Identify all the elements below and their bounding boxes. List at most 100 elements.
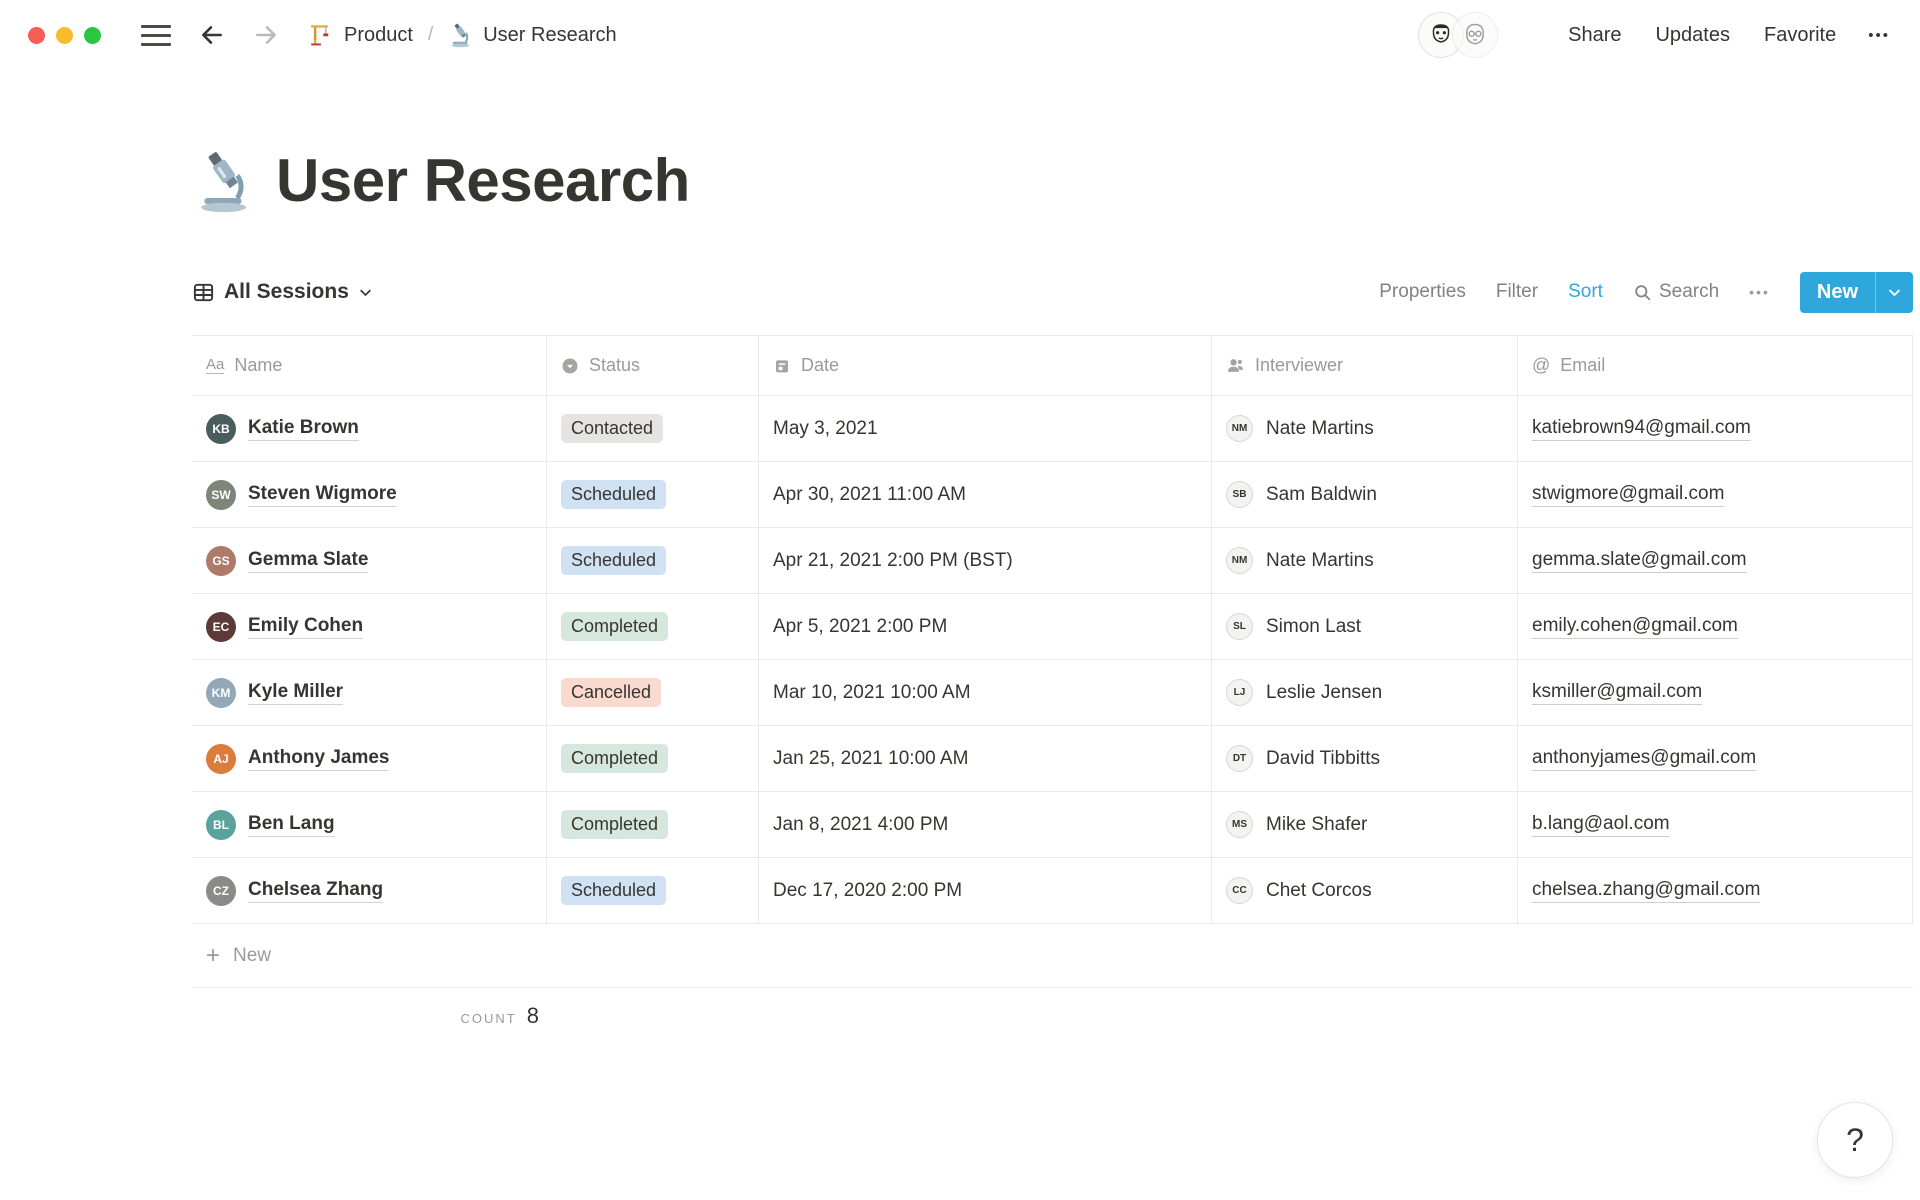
interviewer-avatar: CC [1226,877,1253,904]
date-cell[interactable]: Apr 30, 2021 11:00 AM [759,462,1212,527]
interviewer-cell[interactable]: LJ Leslie Jensen [1212,660,1518,725]
sort-button[interactable]: Sort [1568,281,1603,303]
email-cell[interactable]: b.lang@aol.com [1518,792,1913,857]
avatar: KB [206,413,236,444]
interviewer-avatar: NM [1226,547,1253,574]
name-cell[interactable]: KM Kyle Miller [192,660,547,725]
interviewer-avatar: DT [1226,745,1253,772]
share-button[interactable]: Share [1568,24,1621,47]
email-link[interactable]: stwigmore@gmail.com [1532,483,1725,507]
close-button[interactable] [28,26,45,44]
name-cell[interactable]: KB Katie Brown [192,396,547,461]
interviewer-cell[interactable]: SB Sam Baldwin [1212,462,1518,527]
menu-icon[interactable] [141,24,171,46]
breadcrumb-parent-label: Product [344,23,413,46]
person-name-link[interactable]: Ben Lang [248,813,335,837]
more-options-icon[interactable]: ••• [1868,27,1890,44]
interviewer-cell[interactable]: NM Nate Martins [1212,396,1518,461]
new-entry-label[interactable]: New [1799,271,1875,313]
person-name-link[interactable]: Kyle Miller [248,681,344,705]
add-row-button[interactable]: + New [192,924,1913,988]
status-cell[interactable]: Scheduled [547,528,759,593]
email-link[interactable]: gemma.slate@gmail.com [1532,549,1747,573]
new-entry-button[interactable]: New [1799,271,1913,313]
forward-arrow-icon[interactable] [253,22,279,48]
interviewer-cell[interactable]: MS Mike Shafer [1212,792,1518,857]
date-cell[interactable]: Jan 25, 2021 10:00 AM [759,726,1212,791]
name-cell[interactable]: CZ Chelsea Zhang [192,858,547,923]
date-cell[interactable]: May 3, 2021 [759,396,1212,461]
minimize-button[interactable] [56,26,73,44]
favorite-button[interactable]: Favorite [1764,24,1836,47]
email-cell[interactable]: anthonyjames@gmail.com [1518,726,1913,791]
email-cell[interactable]: katiebrown94@gmail.com [1518,396,1913,461]
email-cell[interactable]: chelsea.zhang@gmail.com [1518,858,1913,923]
construction-crane-icon [311,25,329,46]
date-cell[interactable]: Mar 10, 2021 10:00 AM [759,660,1212,725]
chevron-down-icon [1889,289,1900,296]
person-name-link[interactable]: Chelsea Zhang [248,879,384,903]
name-cell[interactable]: GS Gemma Slate [192,528,547,593]
person-name-link[interactable]: Anthony James [248,747,390,771]
interviewer-cell[interactable]: SL Simon Last [1212,594,1518,659]
email-cell[interactable]: gemma.slate@gmail.com [1518,528,1913,593]
date-cell[interactable]: Apr 5, 2021 2:00 PM [759,594,1212,659]
collaborator-avatar-2[interactable] [1452,12,1499,58]
person-name-link[interactable]: Gemma Slate [248,549,369,573]
count-calculation[interactable]: COUNT 8 [192,1003,547,1029]
email-cell[interactable]: ksmiller@gmail.com [1518,660,1913,725]
search-icon [1635,284,1651,300]
status-cell[interactable]: Completed [547,726,759,791]
email-link[interactable]: anthonyjames@gmail.com [1532,747,1757,771]
search-button[interactable]: Search [1633,281,1719,303]
interviewer-cell[interactable]: NM Nate Martins [1212,528,1518,593]
email-cell[interactable]: emily.cohen@gmail.com [1518,594,1913,659]
column-header-date[interactable]: Date [759,336,1212,395]
breadcrumb-user-research[interactable]: User Research [448,22,617,48]
status-badge: Completed [561,809,669,840]
toolbar-more-icon[interactable]: ••• [1749,284,1770,300]
title-property-icon: Aa [206,356,225,374]
interviewer-cell[interactable]: CC Chet Corcos [1212,858,1518,923]
person-name-link[interactable]: Katie Brown [248,417,359,441]
zoom-button[interactable] [84,26,101,44]
new-entry-dropdown[interactable] [1875,271,1913,313]
status-cell[interactable]: Completed [547,594,759,659]
microscope-page-icon[interactable] [192,148,258,214]
view-selector[interactable]: All Sessions [192,280,373,304]
help-button[interactable]: ? [1817,1102,1893,1178]
date-cell[interactable]: Jan 8, 2021 4:00 PM [759,792,1212,857]
status-cell[interactable]: Completed [547,792,759,857]
email-link[interactable]: katiebrown94@gmail.com [1532,417,1751,441]
person-name-link[interactable]: Emily Cohen [248,615,364,639]
email-link[interactable]: emily.cohen@gmail.com [1532,615,1738,639]
status-cell[interactable]: Scheduled [547,462,759,527]
column-header-name[interactable]: Aa Name [192,336,547,395]
date-cell[interactable]: Apr 21, 2021 2:00 PM (BST) [759,528,1212,593]
name-cell[interactable]: AJ Anthony James [192,726,547,791]
name-cell[interactable]: SW Steven Wigmore [192,462,547,527]
column-label: Name [234,355,283,375]
status-cell[interactable]: Contacted [547,396,759,461]
email-cell[interactable]: stwigmore@gmail.com [1518,462,1913,527]
date-cell[interactable]: Dec 17, 2020 2:00 PM [759,858,1212,923]
column-header-interviewer[interactable]: Interviewer [1212,336,1518,395]
filter-button[interactable]: Filter [1496,281,1538,303]
name-cell[interactable]: EC Emily Cohen [192,594,547,659]
breadcrumb-product[interactable]: Product [309,22,413,48]
column-header-email[interactable]: @ Email [1518,336,1913,395]
email-link[interactable]: ksmiller@gmail.com [1532,681,1703,705]
person-name-link[interactable]: Steven Wigmore [248,483,397,507]
email-link[interactable]: chelsea.zhang@gmail.com [1532,879,1761,903]
table-row: KB Katie Brown Contacted May 3, 2021 NM … [192,396,1913,462]
properties-button[interactable]: Properties [1379,281,1466,303]
back-arrow-icon[interactable] [199,22,225,48]
email-link[interactable]: b.lang@aol.com [1532,813,1670,837]
status-cell[interactable]: Scheduled [547,858,759,923]
status-cell[interactable]: Cancelled [547,660,759,725]
updates-button[interactable]: Updates [1655,24,1730,47]
date-value: Apr 30, 2021 11:00 AM [773,483,966,505]
column-header-status[interactable]: Status [547,336,759,395]
interviewer-cell[interactable]: DT David Tibbitts [1212,726,1518,791]
name-cell[interactable]: BL Ben Lang [192,792,547,857]
